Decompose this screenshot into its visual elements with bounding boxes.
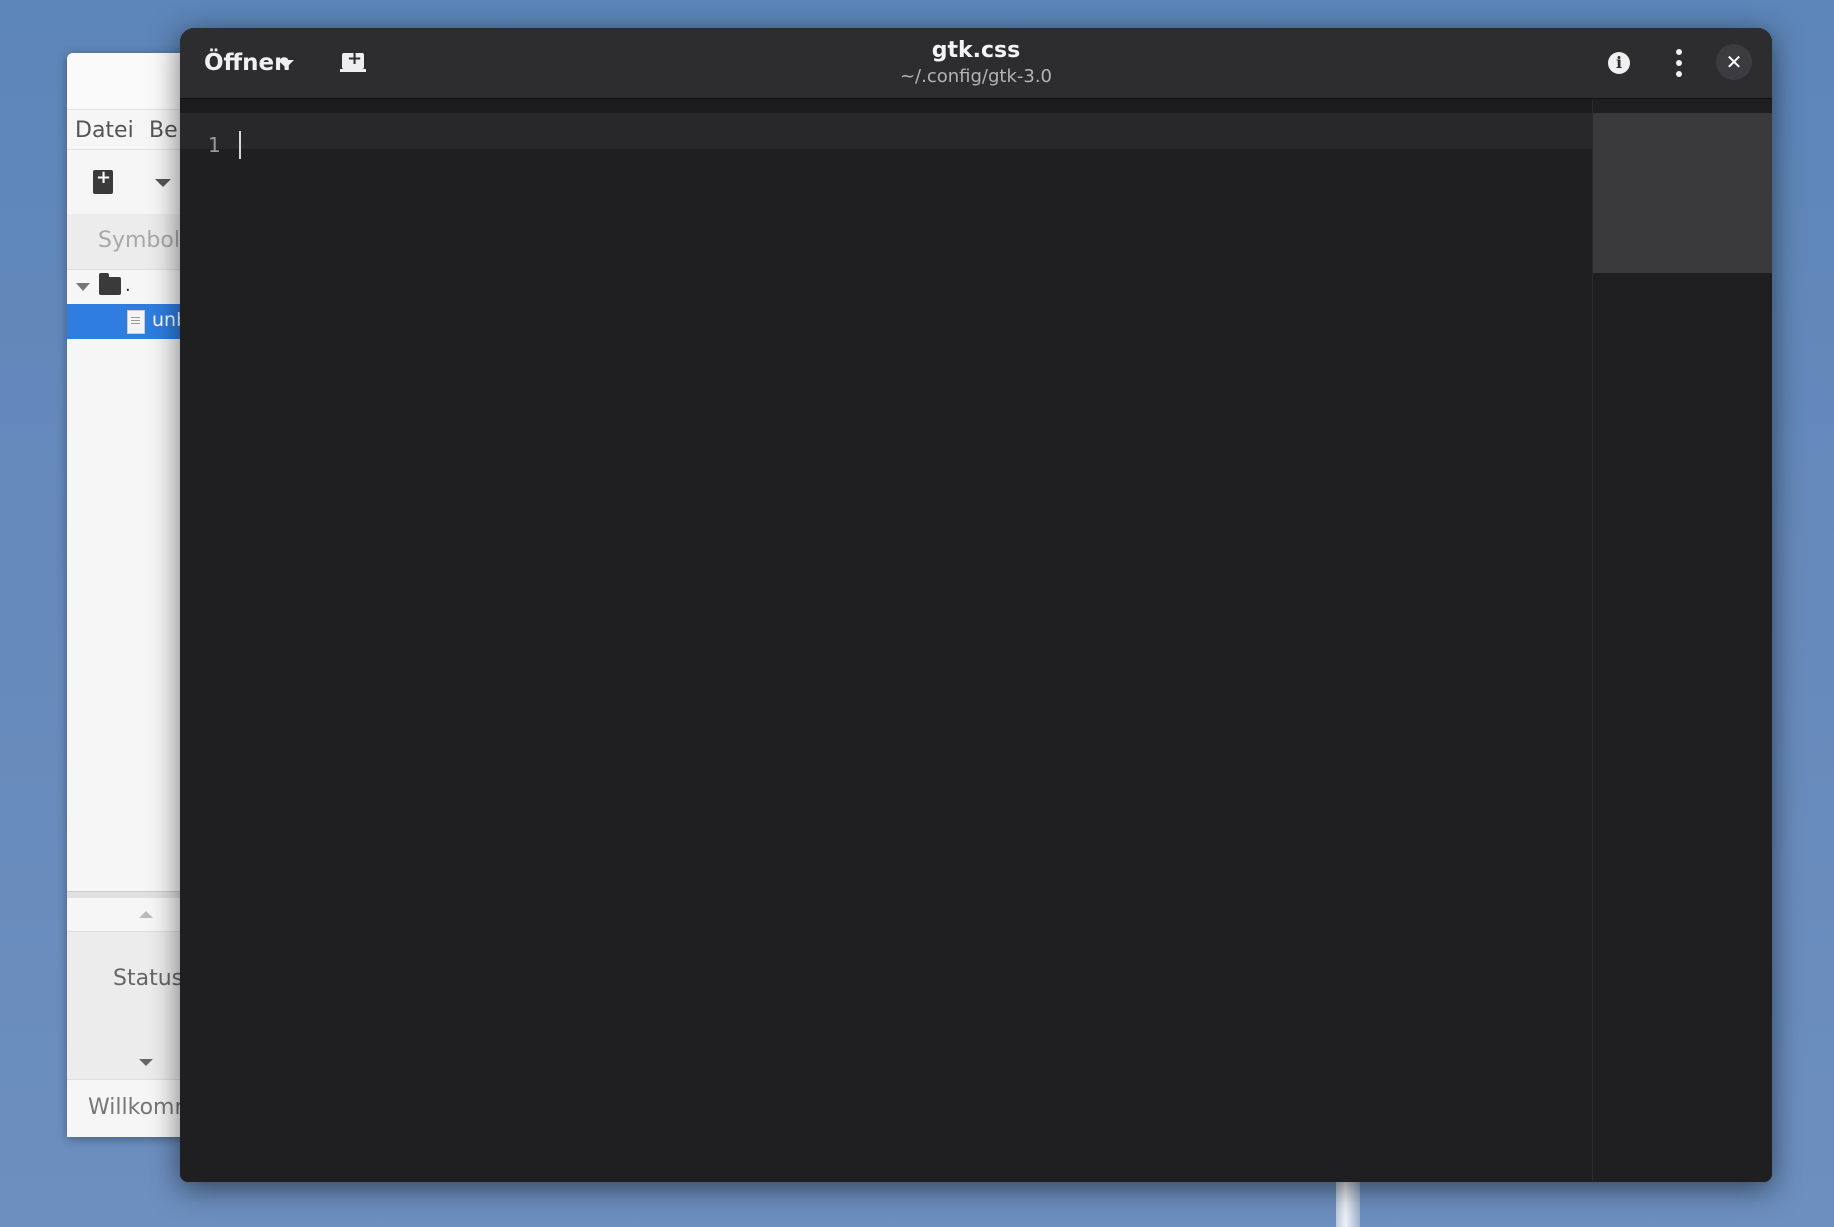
document-info-button[interactable]: i — [1596, 40, 1642, 86]
document-icon — [127, 310, 145, 334]
text-cursor — [239, 131, 241, 159]
window-title: gtk.css — [931, 38, 1021, 63]
close-button[interactable]: ✕ — [1716, 44, 1752, 80]
text-editor-area[interactable]: 1 — [180, 99, 1592, 1182]
main-menu-button[interactable] — [1656, 40, 1702, 86]
kebab-menu-icon — [1676, 49, 1682, 77]
folder-label: . — [125, 275, 131, 296]
window-subtitle: ~/.config/gtk-3.0 — [899, 66, 1053, 87]
current-line-highlight: 1 — [180, 113, 1592, 159]
tab-status[interactable]: Status — [113, 966, 183, 991]
tab-symbols[interactable]: Symbol — [98, 228, 180, 253]
menu-item-datei[interactable]: Datei — [75, 118, 134, 143]
line-number: 1 — [208, 133, 221, 157]
chevron-up-icon[interactable] — [139, 911, 153, 918]
minimap[interactable] — [1592, 99, 1772, 1182]
text-editor-window: Öffnen gtk.css ~/.config/gtk-3.0 i ✕ 1 — [180, 28, 1772, 1182]
desktop-pole-decoration — [1336, 1180, 1360, 1227]
editor-top-margin — [180, 99, 1592, 113]
chevron-down-icon[interactable] — [155, 179, 171, 187]
menu-item-bearbeiten[interactable]: Be — [149, 118, 178, 143]
new-document-icon[interactable] — [93, 167, 113, 194]
info-icon: i — [1608, 52, 1630, 74]
header-bar[interactable]: Öffnen gtk.css ~/.config/gtk-3.0 i ✕ — [180, 28, 1772, 99]
expander-icon[interactable] — [76, 283, 90, 291]
close-icon: ✕ — [1725, 50, 1743, 74]
chevron-down-icon[interactable] — [139, 1059, 153, 1066]
folder-icon — [99, 273, 121, 295]
minimap-slider[interactable] — [1593, 113, 1772, 273]
